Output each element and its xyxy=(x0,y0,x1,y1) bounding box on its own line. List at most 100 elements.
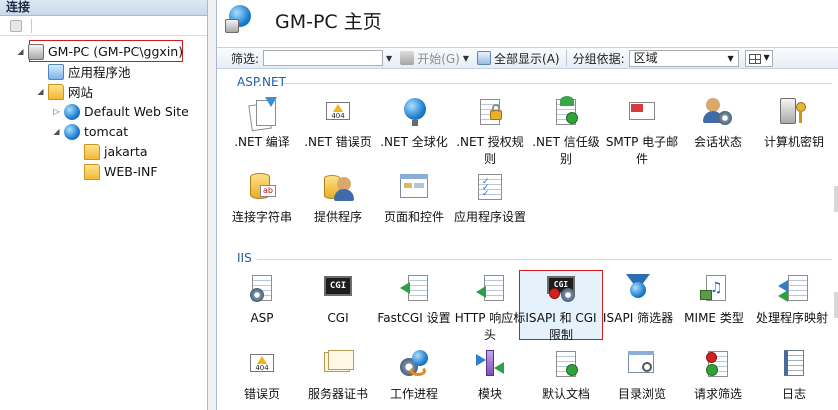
server-icon xyxy=(28,43,44,60)
feature-connection-strings[interactable]: ab 连接字符串 xyxy=(224,171,300,226)
directory-browsing-icon xyxy=(626,348,658,380)
worker-processes-icon xyxy=(398,348,430,380)
tree-node-label: 应用程序池 xyxy=(68,65,131,80)
feature-isapi-filters[interactable]: ISAPI 筛选器 xyxy=(600,272,676,327)
net-authorization-icon xyxy=(474,96,506,128)
feature-label: 应用程序设置 xyxy=(453,210,526,224)
feature-app-settings[interactable]: ✓ ✓ ✓ 应用程序设置 xyxy=(452,171,528,226)
filter-bar: 筛选: ▼ 开始(G) ▼ 全部显示(A) 分组依据: 区域 ▼ ▼ xyxy=(217,47,838,69)
group-by-label: 分组依据: xyxy=(572,51,625,66)
tree-node-label: Default Web Site xyxy=(84,104,189,119)
feature-label: HTTP 响应标头 xyxy=(454,311,526,342)
feature-label: .NET 全球化 xyxy=(380,135,448,149)
expand-arrow-icon[interactable]: ▷ xyxy=(52,107,61,116)
tree-node-label: GM-PC (GM-PC\ggxin) xyxy=(48,44,184,59)
net-compile-icon xyxy=(246,96,278,132)
group-by-select[interactable]: 区域 ▼ xyxy=(628,49,739,67)
feature-label: 默认文档 xyxy=(541,387,590,401)
request-filtering-icon xyxy=(702,348,734,380)
feature-session-state[interactable]: 会话状态 xyxy=(680,96,756,151)
feature-net-globalization[interactable]: .NET 全球化 xyxy=(376,96,452,151)
scrollbar-indicator[interactable] xyxy=(834,292,838,318)
feature-label: .NET 错误页 xyxy=(304,135,372,149)
start-label: 开始(G) xyxy=(417,51,460,66)
collapse-arrow-icon[interactable]: ◢ xyxy=(52,127,61,136)
feature-label: 服务器证书 xyxy=(307,387,368,401)
feature-worker-processes[interactable]: 工作进程 xyxy=(376,348,452,403)
feature-server-certificates[interactable]: 服务器证书 xyxy=(300,348,376,403)
section-divider xyxy=(283,83,832,84)
start-button[interactable]: 开始(G) ▼ xyxy=(400,50,469,67)
http-headers-icon xyxy=(474,272,506,304)
page-title: GM-PC 主页 xyxy=(275,11,382,33)
section-header-iis: IIS xyxy=(237,251,252,265)
feature-label: 连接字符串 xyxy=(231,210,292,224)
feature-modules[interactable]: 模块 xyxy=(452,348,528,403)
feature-net-trust[interactable]: .NET 信任级别 xyxy=(528,96,604,168)
connect-icon[interactable] xyxy=(10,20,22,32)
pages-controls-icon xyxy=(398,171,430,203)
feature-label: .NET 信任级别 xyxy=(532,135,600,166)
machine-key-icon xyxy=(778,96,810,128)
feature-handler-mappings[interactable]: 处理程序映射 xyxy=(754,272,830,327)
feature-net-error-pages[interactable]: 404 .NET 错误页 xyxy=(300,96,376,151)
feature-mime-types[interactable]: ♫ MIME 类型 xyxy=(676,272,752,327)
start-dropdown-icon[interactable]: ▼ xyxy=(463,54,469,63)
feature-default-document[interactable]: 默认文档 xyxy=(528,348,604,403)
feature-label: CGI xyxy=(327,311,349,325)
feature-asp[interactable]: ASP xyxy=(224,272,300,327)
group-by-value: 区域 xyxy=(633,50,658,65)
session-state-icon xyxy=(702,96,734,128)
sites-folder-icon xyxy=(48,83,64,100)
view-button[interactable]: ▼ xyxy=(744,49,773,67)
fastcgi-icon xyxy=(398,272,430,304)
view-grid-icon xyxy=(748,53,761,64)
app-settings-icon: ✓ ✓ ✓ xyxy=(474,171,506,203)
feature-machine-key[interactable]: 计算机密钥 xyxy=(756,96,832,151)
tree-node-jakarta[interactable]: jakarta xyxy=(84,142,148,161)
feature-label: 工作进程 xyxy=(389,387,438,401)
modules-icon xyxy=(474,348,506,380)
tree-node-app-pools[interactable]: 应用程序池 xyxy=(40,62,131,81)
show-all-button[interactable]: 全部显示(A) xyxy=(477,50,560,67)
folder-icon xyxy=(84,163,100,180)
filter-input[interactable] xyxy=(263,50,384,66)
feature-label: 提供程序 xyxy=(313,210,362,224)
collapse-arrow-icon[interactable]: ◢ xyxy=(16,47,25,56)
feature-net-compile[interactable]: .NET 编译 xyxy=(224,96,300,151)
collapse-arrow-icon[interactable]: ◢ xyxy=(36,87,45,96)
toolbar-separator xyxy=(565,50,567,66)
feature-label: ISAPI 筛选器 xyxy=(602,311,674,325)
section-divider xyxy=(257,259,832,260)
show-all-label: 全部显示(A) xyxy=(494,51,560,66)
feature-http-headers[interactable]: HTTP 响应标头 xyxy=(452,272,528,344)
tree-node-tomcat[interactable]: ◢ tomcat xyxy=(52,122,128,141)
feature-net-authorization[interactable]: .NET 授权规则 xyxy=(452,96,528,168)
filter-dropdown-icon[interactable]: ▼ xyxy=(386,54,392,63)
feature-label: ASP xyxy=(250,311,274,325)
tree-node-sites[interactable]: ◢ 网站 xyxy=(36,82,93,101)
feature-label: 目录浏览 xyxy=(617,387,666,401)
net-globalization-icon xyxy=(398,96,430,128)
feature-label: FastCGI 设置 xyxy=(377,311,451,325)
isapi-filters-icon xyxy=(622,272,654,304)
tree-node-server[interactable]: ◢ GM-PC (GM-PC\ggxin) xyxy=(16,42,183,61)
feature-pages-controls[interactable]: 页面和控件 xyxy=(376,171,452,226)
scrollbar-indicator[interactable] xyxy=(834,186,838,212)
feature-smtp-email[interactable]: SMTP 电子邮件 xyxy=(604,96,680,168)
feature-error-pages[interactable]: 404 错误页 xyxy=(224,348,300,403)
feature-label: 模块 xyxy=(477,387,502,401)
globe-icon xyxy=(64,103,80,120)
tree-node-web-inf[interactable]: WEB-INF xyxy=(84,162,158,181)
tree-node-default-web-site[interactable]: ▷ Default Web Site xyxy=(52,102,189,121)
feature-isapi-cgi-restrictions[interactable]: CGI ISAPI 和 CGI 限制 xyxy=(523,272,599,344)
feature-label: .NET 编译 xyxy=(234,135,290,149)
feature-logging[interactable]: 日志 xyxy=(756,348,832,403)
feature-directory-browsing[interactable]: 目录浏览 xyxy=(604,348,680,403)
feature-cgi[interactable]: CGI CGI xyxy=(300,272,376,327)
tree-node-label: jakarta xyxy=(104,144,148,159)
feature-request-filtering[interactable]: 请求筛选 xyxy=(680,348,756,403)
chevron-down-icon: ▼ xyxy=(763,52,770,62)
feature-fastcgi[interactable]: FastCGI 设置 xyxy=(376,272,452,327)
feature-providers[interactable]: 提供程序 xyxy=(300,171,376,226)
